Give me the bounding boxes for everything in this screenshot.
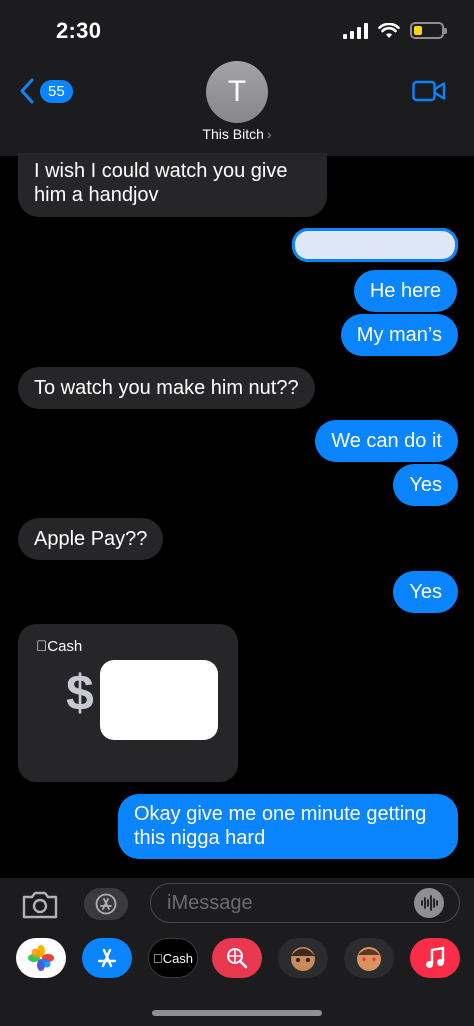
home-indicator[interactable] [152, 1010, 322, 1016]
memoji-stickers-app-icon[interactable] [344, 938, 394, 978]
unread-count-badge: 55 [40, 79, 73, 103]
status-time: 2:30 [56, 18, 102, 43]
app-store-glyph-icon [95, 893, 117, 915]
message-outgoing[interactable]: We can do it [315, 420, 458, 462]
chevron-left-icon [20, 78, 34, 104]
memoji-face-icon [291, 947, 315, 971]
message-outgoing[interactable]: My man’s [340, 314, 458, 356]
globe-search-icon [227, 948, 248, 969]
message-outgoing[interactable]: Okay give me one minute getting this nig… [118, 794, 458, 859]
contact-avatar[interactable]: T [206, 61, 268, 123]
message-incoming[interactable]: To watch you make him nut?? [18, 367, 315, 409]
image-search-app-icon[interactable] [212, 938, 262, 978]
music-app-icon[interactable] [410, 938, 460, 978]
back-button[interactable]: 55 [18, 78, 73, 104]
camera-icon[interactable] [20, 890, 60, 920]
message-outgoing[interactable]: He here [353, 270, 457, 312]
apple-logo-icon:  [36, 638, 47, 655]
redacted-amount [100, 660, 218, 740]
status-icons [343, 22, 447, 39]
battery-icon [410, 22, 447, 39]
app-store-app-icon[interactable] [82, 938, 132, 978]
waveform-glyph-icon [421, 895, 438, 911]
compose-bar [0, 878, 474, 930]
app-store-icon[interactable] [84, 888, 128, 920]
audio-waveform-icon[interactable] [414, 888, 444, 918]
contact-name-button[interactable]: This Bitch › [0, 126, 474, 142]
apple-cash-label: Cash [157, 950, 193, 966]
conversation-header: 2:30 55 T This Bitch › [0, 0, 474, 156]
cash-currency-symbol: $ [66, 665, 94, 721]
apple-logo-icon:  [153, 951, 163, 966]
music-note-icon [426, 946, 445, 968]
contact-name: This Bitch [202, 126, 264, 142]
status-bar: 2:30 [0, 0, 474, 60]
video-camera-icon[interactable] [412, 80, 446, 102]
message-incoming[interactable]: Apple Pay?? [18, 518, 164, 560]
message-outgoing[interactable]: Yes [393, 571, 458, 613]
redacted-message [292, 228, 458, 262]
cellular-signal-icon [343, 22, 368, 39]
photos-flower-icon [28, 945, 54, 971]
memoji-app-icon[interactable] [278, 938, 328, 978]
app-drawer: Cash [0, 930, 474, 1026]
wifi-icon [378, 22, 400, 38]
memoji-heart-eyes-icon [357, 947, 381, 971]
photos-app-icon[interactable] [16, 938, 66, 978]
apple-cash-app-icon[interactable]: Cash [148, 938, 198, 978]
message-outgoing[interactable]: Yes [393, 464, 458, 506]
chevron-right-icon: › [266, 126, 272, 142]
message-incoming[interactable]: I wish I could watch you give him a hand… [18, 153, 327, 217]
app-store-a-icon [97, 948, 117, 968]
apple-cash-logo: Cash [36, 638, 82, 655]
